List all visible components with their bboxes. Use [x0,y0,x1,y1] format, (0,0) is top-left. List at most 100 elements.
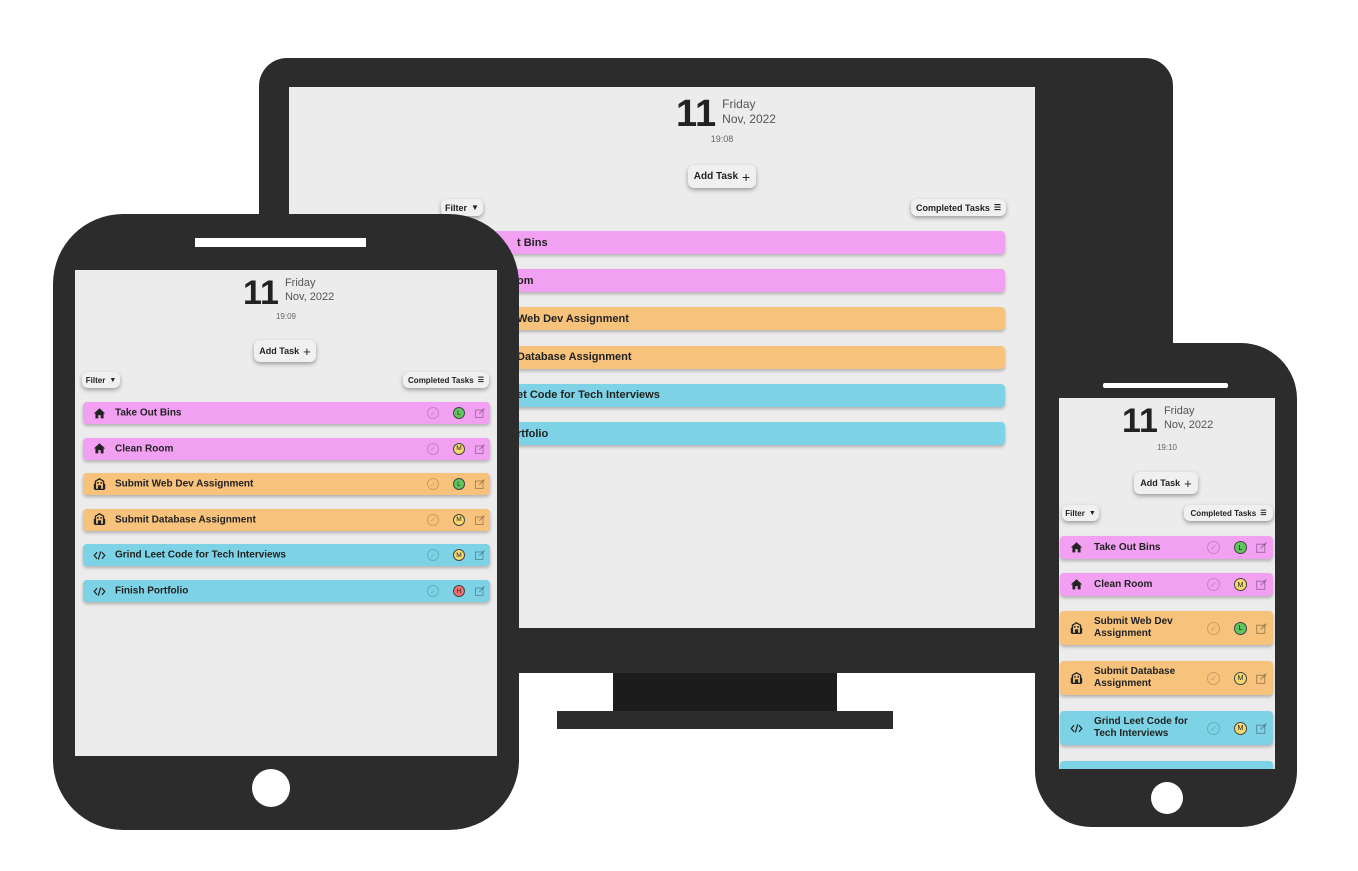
task-title: Database Assignment [517,351,632,364]
task-item[interactable]: Take Out Bins ✓ L [83,402,490,424]
phone-speaker [1103,383,1228,388]
task-item[interactable]: Grind Leet Code for Tech Interviews ✓ M [1060,711,1273,745]
task-item[interactable]: om✓M [439,269,1005,293]
task-item[interactable]: t Bins✓L [439,231,1005,254]
filter-funnel-icon: ▼ [109,376,117,384]
code-icon [1070,722,1083,735]
task-item[interactable]: Web Dev Assignment✓L [439,307,1005,331]
task-title: Finish Portfolio [115,585,189,597]
complete-check-icon[interactable]: ✓ [427,585,439,597]
edit-icon[interactable] [1255,578,1268,591]
task-title: Grind Leet Code for Tech Interviews [1094,716,1188,739]
plus-icon: + [742,168,751,185]
filter-label: Filter [445,202,468,213]
code-icon [93,549,106,562]
task-item[interactable]: Submit Web Dev Assignment ✓ L [83,473,490,496]
task-title: Clean Room [1094,578,1153,590]
task-item[interactable]: Finish Portfolio ✓ H [83,580,490,602]
edit-icon[interactable] [474,585,486,597]
task-title: Web Dev Assignment [517,312,629,325]
task-title: Take Out Bins [1094,541,1161,553]
edit-icon[interactable] [474,549,486,561]
tablet-home-button [252,769,290,807]
checklist-icon: ☰ [1260,510,1267,517]
checklist-icon: ☰ [477,377,484,384]
weekday: Friday [284,277,316,289]
task-item[interactable]: Clean Room ✓ M [83,437,490,460]
task-item[interactable]: Take Out Bins ✓ L [1060,536,1273,559]
task-item[interactable]: Clean Room ✓ M [1060,573,1273,596]
task-item[interactable]: Submit Database Assignment ✓ M [1060,661,1273,695]
complete-check-icon[interactable]: ✓ [1207,721,1220,735]
priority-badge-low: L [1234,541,1247,554]
completed-tasks-button[interactable]: Completed Tasks ☰ [911,199,1006,216]
edit-icon[interactable] [474,478,486,490]
clock-time: 19:10 [1156,443,1178,452]
task-item[interactable]: rtfolio✓H [439,422,1005,445]
phone-screen: 11 Friday Nov, 2022 19:10 Add Task + Fil… [1059,398,1275,769]
task-item[interactable]: Grind Leet Code for Tech Interviews ✓ M [83,544,490,567]
add-task-button[interactable]: Add Task + [1134,472,1198,494]
filter-button[interactable]: Filter ▼ [82,372,120,388]
priority-badge-low: L [1234,621,1247,635]
add-task-button[interactable]: Add Task + [688,165,756,188]
checklist-icon: ☰ [993,203,1002,212]
home-icon [93,442,106,455]
filter-funnel-icon: ▼ [1088,509,1096,517]
task-item[interactable]: et Code for Tech Interviews✓M [439,383,1005,407]
priority-badge-high: H [453,585,465,597]
month-year: Nov, 2022 [1163,418,1214,431]
task-item[interactable]: Submit Web Dev Assignment ✓ L [1060,611,1273,645]
home-icon [1070,578,1083,591]
edit-icon[interactable] [1255,541,1268,554]
home-icon [93,407,106,420]
day-number: 11 [243,274,279,312]
home-icon [1070,541,1083,554]
filter-label: Filter [1065,508,1085,518]
phone-home-button [1151,782,1183,814]
task-title: Take Out Bins [115,407,182,419]
clock-time: 19:09 [275,312,297,321]
complete-check-icon[interactable]: ✓ [1207,671,1220,685]
school-icon [1070,671,1083,685]
edit-icon[interactable] [474,443,486,455]
filter-button[interactable]: Filter ▼ [1062,505,1099,521]
edit-icon[interactable] [474,407,486,419]
complete-check-icon[interactable]: ✓ [1207,541,1220,554]
complete-check-icon[interactable]: ✓ [427,513,439,526]
complete-check-icon[interactable]: ✓ [427,549,439,562]
task-item[interactable]: Finish Portfolio✓H [1060,761,1273,769]
filter-label: Filter [85,375,106,385]
complete-check-icon[interactable]: ✓ [427,478,439,491]
complete-check-icon[interactable]: ✓ [427,407,439,419]
priority-badge-low: L [453,478,465,491]
edit-icon[interactable] [474,514,486,526]
priority-badge-medium: M [453,513,465,526]
task-title: Clean Room [115,443,174,455]
tablet-speaker [195,238,366,247]
complete-check-icon[interactable]: ✓ [427,442,439,455]
plus-icon: + [1184,475,1192,491]
completed-tasks-button[interactable]: Completed Tasks ☰ [403,372,489,388]
edit-icon[interactable] [1255,672,1268,685]
add-task-button[interactable]: Add Task + [254,340,316,362]
priority-badge-medium: M [1234,671,1247,685]
priority-badge-medium: M [453,442,465,455]
add-task-label: Add Task [259,346,300,356]
filter-funnel-icon: ▼ [471,203,479,212]
edit-icon[interactable] [1255,722,1268,735]
task-item[interactable]: Database Assignment✓M [439,345,1005,369]
code-icon [93,585,106,598]
edit-icon[interactable] [1255,622,1268,635]
task-title: Submit Database Assignment [115,514,256,526]
day-number: 11 [1122,402,1158,440]
task-title: Grind Leet Code for Tech Interviews [115,549,286,561]
school-icon [93,477,106,491]
complete-check-icon[interactable]: ✓ [1207,621,1220,635]
clock-time: 19:08 [710,134,734,144]
complete-check-icon[interactable]: ✓ [1207,578,1220,591]
school-icon [1070,621,1083,635]
completed-tasks-button[interactable]: Completed Tasks ☰ [1184,505,1273,521]
task-title: Submit Web Dev Assignment [1094,616,1173,639]
task-item[interactable]: Submit Database Assignment ✓ M [83,508,490,531]
